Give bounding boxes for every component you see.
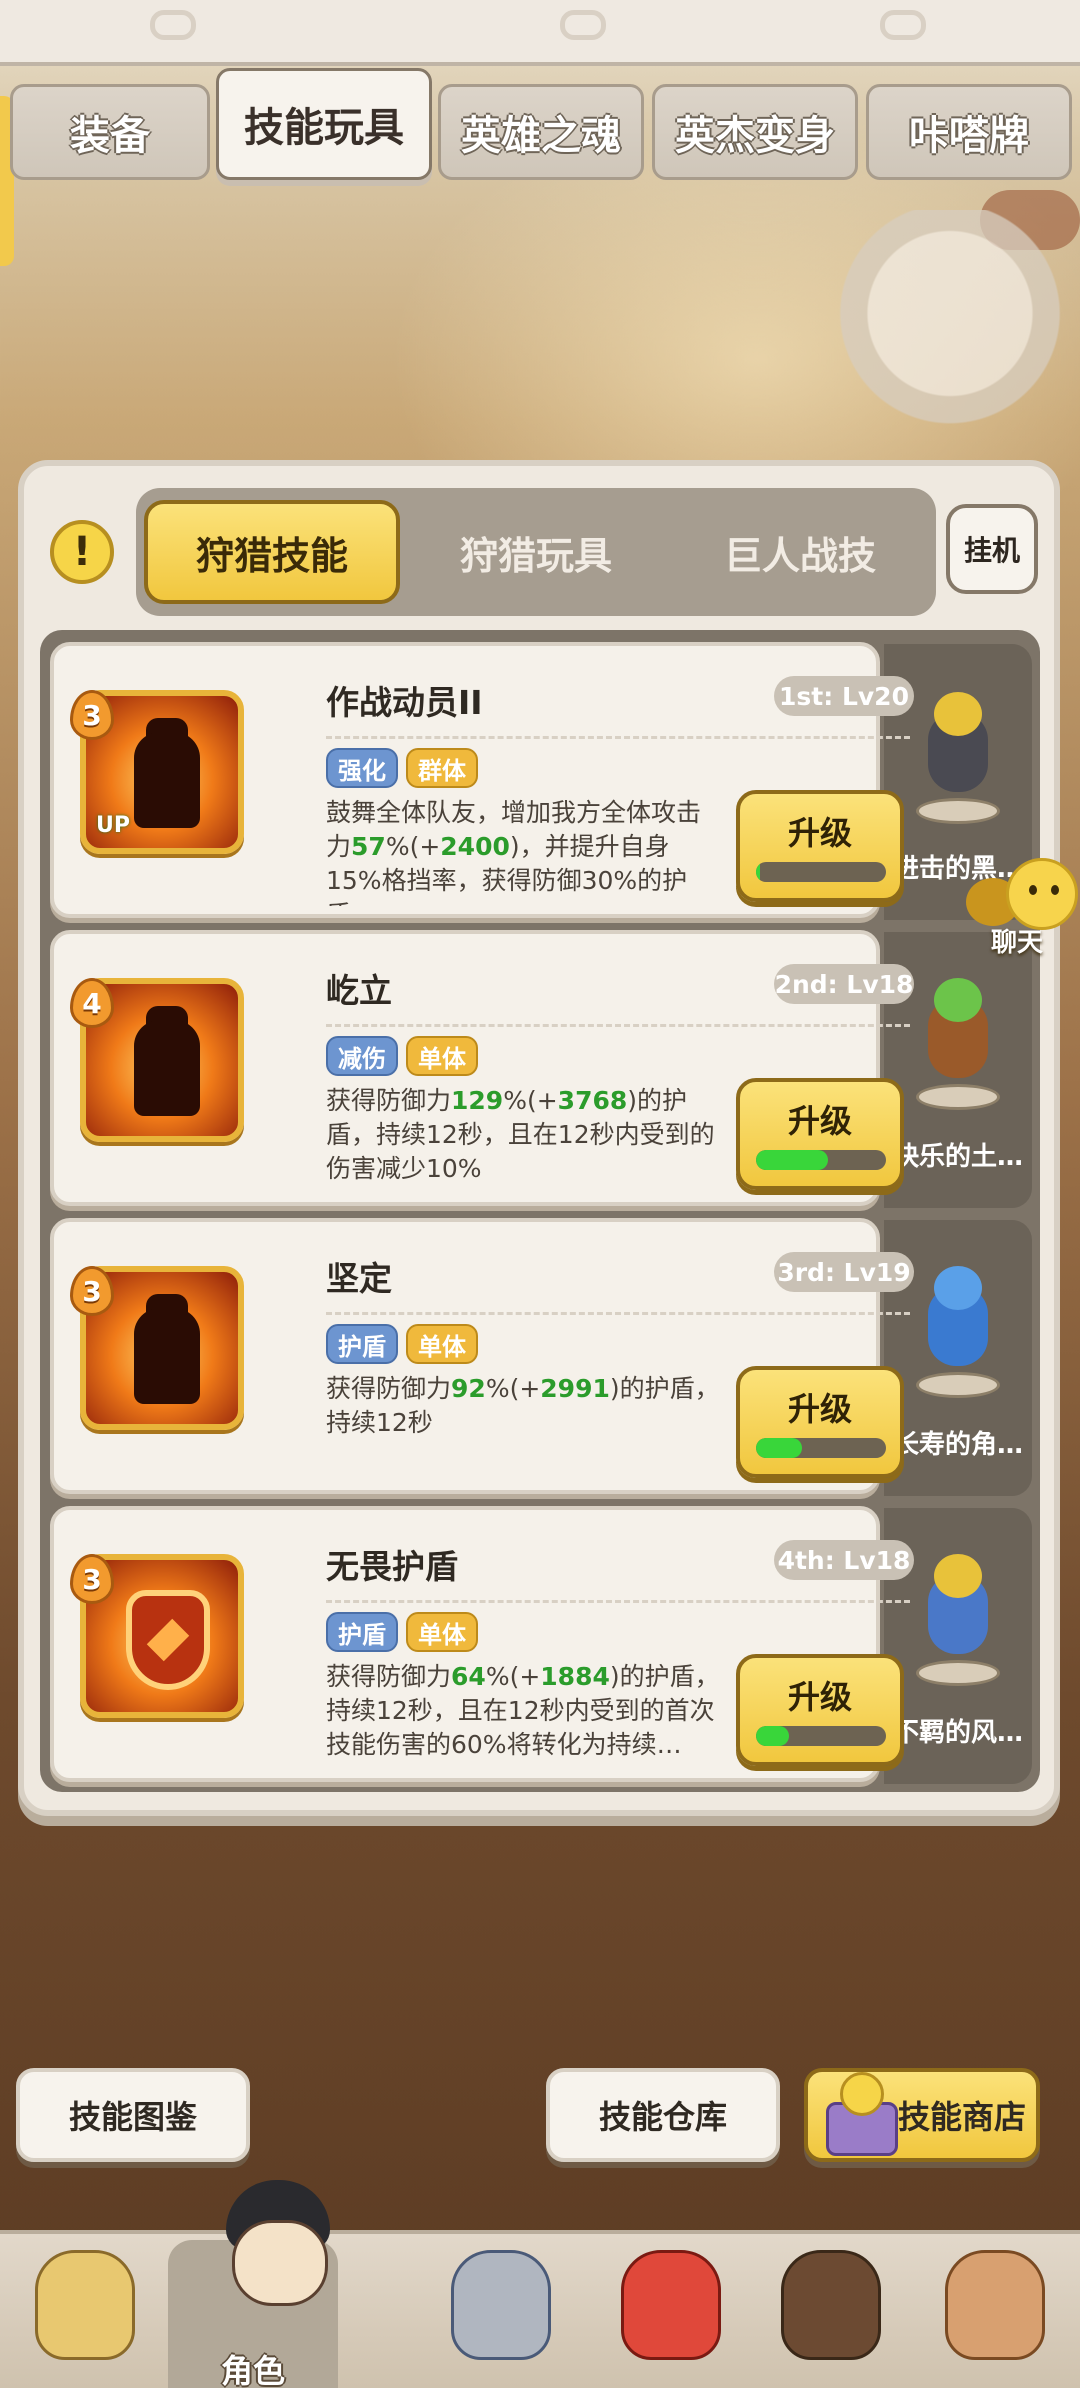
upgrade-button[interactable]: 升级 [736, 1366, 904, 1478]
shop-icon [818, 2066, 904, 2162]
nav-item-tribe[interactable] [0, 2240, 170, 2388]
divider [326, 1024, 910, 1027]
skill-name: 坚定 [326, 1259, 392, 1298]
tab-equipment[interactable]: 装备 [10, 84, 210, 180]
skill-tag: 护盾 [326, 1324, 398, 1364]
rank-badge: 3rd: Lv19 [774, 1252, 914, 1292]
tab-skill-toys[interactable]: 技能玩具 [216, 68, 432, 180]
rank-badge: 4th: Lv18 [774, 1540, 914, 1580]
nav-item-camp[interactable] [746, 2240, 916, 2388]
hero-name: 快乐的土… [892, 1142, 1023, 1172]
hero-figure-icon [904, 978, 1012, 1110]
subtab-giant-skills[interactable]: 巨人战技 [672, 500, 928, 604]
background-skull [820, 210, 1080, 440]
skill-codex-button[interactable]: 技能图鉴 [16, 2068, 250, 2162]
skill-name: 屹立 [326, 971, 392, 1010]
subtab-hunting-toys[interactable]: 狩猎玩具 [408, 500, 664, 604]
skill-storage-button[interactable]: 技能仓库 [546, 2068, 780, 2162]
divider [326, 1312, 910, 1315]
tab-hero-transform[interactable]: 英杰变身 [652, 84, 858, 180]
sword-icon [451, 2250, 551, 2360]
upgrade-button[interactable]: 升级 [736, 1078, 904, 1190]
sub-tab-bar: 狩猎技能 狩猎玩具 巨人战技 [136, 488, 936, 616]
upgrade-progress-bar [756, 1726, 886, 1746]
upgrade-button[interactable]: 升级 [736, 790, 904, 902]
hero-figure-icon [904, 1266, 1012, 1398]
chat-label[interactable]: 聊天 [982, 922, 1052, 959]
divider [326, 736, 910, 739]
tab-click-cards[interactable]: 咔嗒牌 [866, 84, 1072, 180]
hero-figure-icon [904, 1554, 1012, 1686]
upgrade-progress-bar [756, 1438, 886, 1458]
nav-item-totem[interactable] [910, 2240, 1080, 2388]
skill-tag: 强化 [326, 748, 398, 788]
nav-item-weapon[interactable] [416, 2240, 586, 2388]
totem-icon [945, 2250, 1045, 2360]
divider [326, 1600, 910, 1603]
skill-description: 鼓舞全体队友，增加我方全体攻击力57%(+2400)，并提升自身15%格挡率，获… [326, 798, 702, 906]
skill-name: 作战动员II [326, 683, 483, 722]
pattern-mark [880, 10, 926, 40]
skill-tag: 单体 [406, 1324, 478, 1364]
skill-tag: 群体 [406, 748, 478, 788]
skill-shop-button[interactable]: 技能商店 [804, 2068, 1040, 2162]
top-strip [0, 0, 1080, 66]
upgrade-progress-bar [756, 862, 886, 882]
tab-hero-soul[interactable]: 英雄之魂 [438, 84, 644, 180]
rank-badge: 2nd: Lv18 [774, 964, 914, 1004]
pattern-mark [150, 10, 196, 40]
rank-badge: 1st: Lv20 [774, 676, 914, 716]
skill-description: 获得防御力129%(+3768)的护盾，持续12秒，且在12秒内受到的伤害减少1… [326, 1086, 715, 1183]
nav-item-pet[interactable] [586, 2240, 756, 2388]
skill-name: 无畏护盾 [326, 1547, 458, 1586]
skill-tag: 护盾 [326, 1612, 398, 1652]
character-icon [212, 2180, 342, 2330]
skill-description: 获得防御力92%(+2991)的护盾，持续12秒 [326, 1374, 720, 1437]
skill-tag: 单体 [406, 1612, 478, 1652]
afk-button[interactable]: 挂机 [946, 504, 1038, 594]
upgrade-button[interactable]: 升级 [736, 1654, 904, 1766]
pattern-mark [560, 10, 606, 40]
upgrade-progress-bar [756, 1150, 886, 1170]
skill-tag: 减伤 [326, 1036, 398, 1076]
hero-name: 不羁的风… [892, 1718, 1023, 1748]
skill-tag: 单体 [406, 1036, 478, 1076]
chat-icon[interactable] [1006, 858, 1078, 930]
hero-figure-icon [904, 692, 1012, 824]
dino-icon [621, 2250, 721, 2360]
tribe-icon [35, 2250, 135, 2360]
subtab-hunting-skills[interactable]: 狩猎技能 [144, 500, 400, 604]
hero-name: 长寿的角… [892, 1430, 1023, 1460]
skill-description: 获得防御力64%(+1884)的护盾，持续12秒，且在12秒内受到的首次技能伤害… [326, 1662, 720, 1759]
top-tab-bar: 装备 技能玩具 英雄之魂 英杰变身 咔嗒牌 [0, 66, 1080, 186]
bear-icon [781, 2250, 881, 2360]
exclamation-icon[interactable]: ! [50, 520, 114, 584]
